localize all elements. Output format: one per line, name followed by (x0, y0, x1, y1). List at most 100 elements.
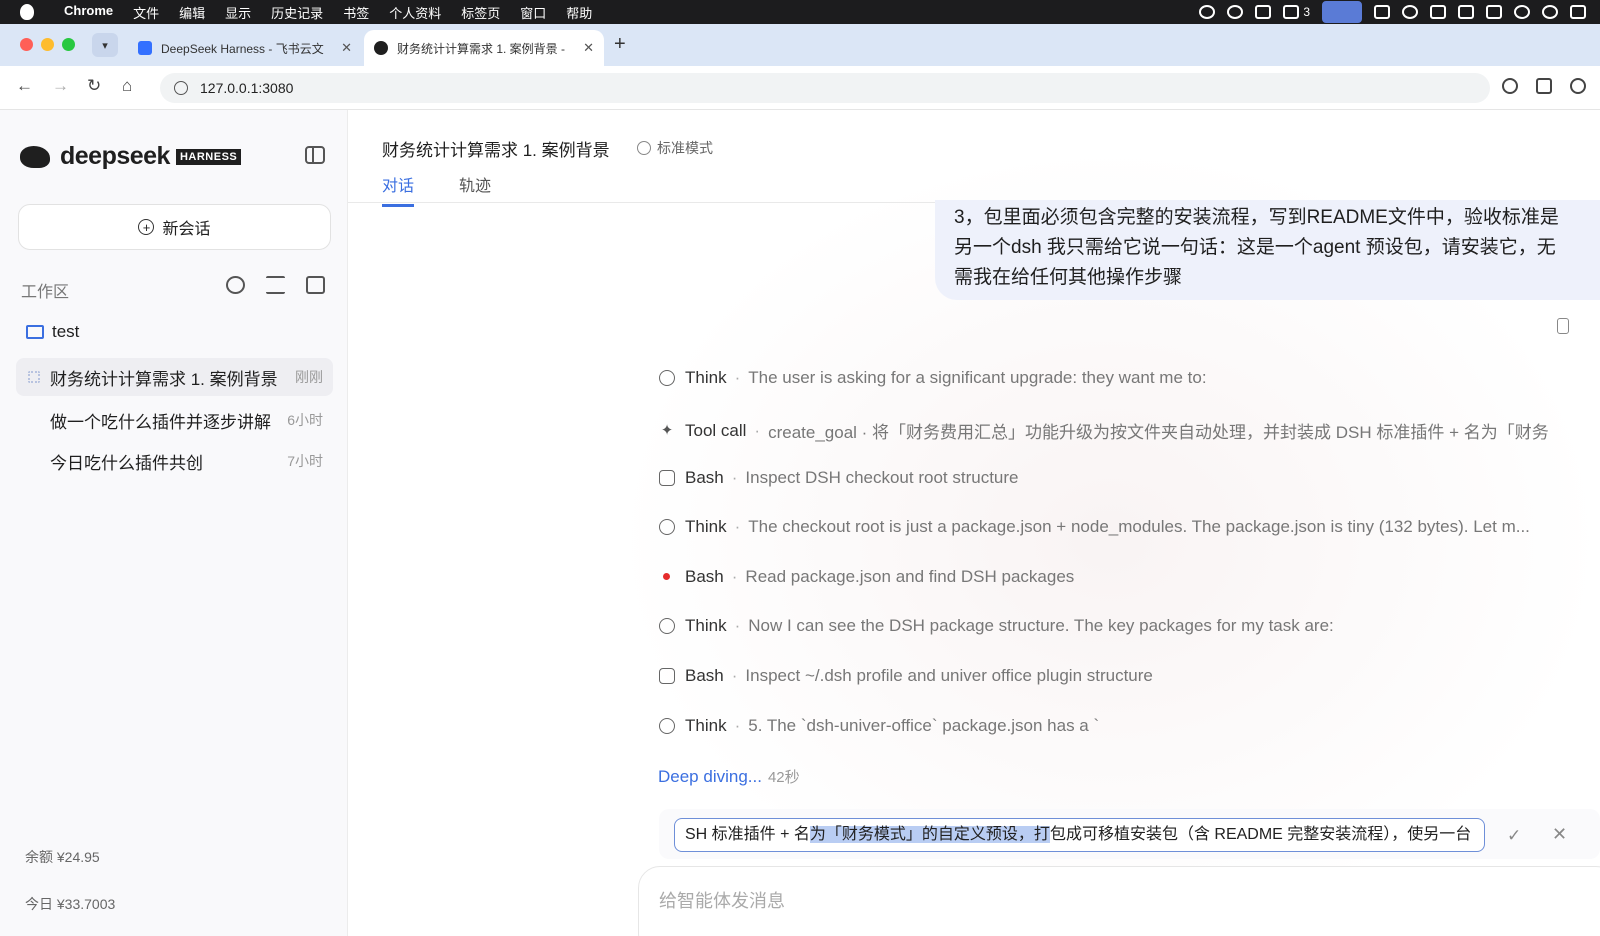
browser-tab-feishu[interactable]: DeepSeek Harness - 飞书云文 ✕ (128, 30, 362, 66)
install-app-icon[interactable] (1536, 78, 1552, 94)
search-icon[interactable] (226, 276, 245, 294)
step-detail: Read package.json and find DSH packages (745, 567, 1075, 586)
step-kind: Think (685, 517, 727, 536)
bookmark-star-icon[interactable] (1570, 78, 1586, 94)
apple-menu-icon[interactable] (20, 4, 40, 20)
loading-dots-icon (28, 371, 40, 383)
address-bar[interactable]: 127.0.0.1:3080 (160, 73, 1490, 103)
agent-step[interactable]: Think · 5. The `dsh-univer-office` packa… (659, 716, 1600, 736)
mode-label: 标准模式 (657, 140, 713, 156)
tab-search-chevron-icon[interactable]: ▾ (92, 33, 118, 57)
menu-file[interactable]: 文件 (123, 3, 169, 22)
conversation-item[interactable]: 今日吃什么插件共创 7小时 (16, 442, 333, 480)
edit-text-before: SH 标准插件 + 名 (685, 826, 810, 843)
conversation-time: 刚刚 (295, 369, 323, 385)
step-separator: · (731, 666, 738, 685)
bilibili-icon[interactable] (1430, 5, 1446, 19)
terminal-icon (659, 668, 675, 684)
sidebar: deepseek HARNESS + 新会话 工作区 test 财务统计计算需求… (0, 110, 348, 936)
menu-view[interactable]: 显示 (215, 3, 261, 22)
menu-help[interactable]: 帮助 (556, 3, 602, 22)
composer-placeholder[interactable]: 给智能体发消息 (659, 887, 785, 913)
close-tab-icon[interactable]: ✕ (341, 40, 352, 56)
browser-tab-strip: ▾ DeepSeek Harness - 飞书云文 ✕ 财务统计计算需求 1. … (0, 24, 1600, 66)
battery-icon[interactable] (1486, 5, 1502, 19)
goal-edit-input[interactable]: SH 标准插件 + 名为「财务模式」的自定义预设，打包成可移植安装包（含 REA… (674, 818, 1485, 852)
message-composer[interactable]: 给智能体发消息 (638, 866, 1600, 936)
emoji-status-icon[interactable] (1199, 5, 1216, 19)
conversation-time: 6小时 (287, 412, 323, 428)
menu-tabs[interactable]: 标签页 (451, 3, 510, 22)
sidebar-toggle-icon[interactable] (305, 146, 325, 164)
openai-icon[interactable] (1514, 5, 1530, 19)
folder-item-test[interactable]: test (26, 322, 79, 342)
menu-profiles[interactable]: 个人资料 (379, 3, 451, 22)
conversation-title: 今日吃什么插件共创 (50, 453, 203, 473)
minimize-window-button[interactable] (41, 38, 54, 51)
deep-diving-status[interactable]: Deep diving... 42秒 (658, 766, 800, 787)
step-separator: · (734, 368, 741, 387)
pet-icon[interactable] (1402, 5, 1418, 19)
cancel-close-icon[interactable]: ✕ (1552, 824, 1567, 845)
agent-step[interactable]: Think · Now I can see the DSH package st… (659, 616, 1600, 636)
new-folder-icon[interactable] (306, 276, 325, 294)
url-text[interactable]: 127.0.0.1:3080 (200, 80, 293, 96)
browser-tab-active[interactable]: 财务统计计算需求 1. 案例背景 - ✕ (364, 30, 604, 66)
app-status-icon[interactable] (1570, 5, 1586, 19)
step-detail: Inspect DSH checkout root structure (745, 468, 1019, 487)
step-kind: Bash (685, 666, 724, 685)
step-separator: · (754, 420, 761, 440)
brand-wordmark: deepseek (60, 142, 170, 170)
reload-icon[interactable]: ↻ (87, 76, 101, 96)
conversation-item[interactable]: 财务统计计算需求 1. 案例背景 刚刚 (16, 358, 333, 396)
filter-icon[interactable] (266, 276, 285, 294)
zoom-icon[interactable] (1502, 78, 1518, 94)
macos-menubar: Chrome 文件 编辑 显示 历史记录 书签 个人资料 标签页 窗口 帮助 3 (0, 0, 1600, 24)
menu-app-name[interactable]: Chrome (54, 3, 123, 22)
agent-step[interactable]: Bash · Inspect DSH checkout root structu… (659, 468, 1600, 488)
screen-share-icon[interactable] (1322, 1, 1362, 23)
step-kind: Tool call (685, 420, 747, 440)
grid-app-icon[interactable] (1255, 5, 1272, 19)
think-icon (659, 519, 675, 535)
conversation-time: 7小时 (287, 453, 323, 469)
step-separator: · (734, 616, 741, 635)
confirm-check-icon[interactable]: ✓ (1507, 826, 1521, 846)
agent-step[interactable]: Bash · Read package.json and find DSH pa… (659, 567, 1600, 587)
menu-bookmarks[interactable]: 书签 (333, 3, 379, 22)
step-separator: · (731, 468, 738, 487)
forward-arrow-icon[interactable]: → (52, 76, 69, 96)
menu-history[interactable]: 历史记录 (261, 3, 333, 22)
close-window-button[interactable] (20, 38, 33, 51)
new-chat-button[interactable]: + 新会话 (18, 204, 331, 250)
agent-step[interactable]: Bash · Inspect ~/.dsh profile and univer… (659, 666, 1600, 686)
copy-icon[interactable] (1557, 318, 1569, 334)
microphone-icon[interactable] (1227, 5, 1244, 19)
agent-step[interactable]: Think · The user is asking for a signifi… (659, 368, 1600, 388)
deep-diving-label: Deep diving... (658, 767, 762, 786)
close-tab-icon[interactable]: ✕ (583, 40, 594, 56)
wps-icon[interactable] (1374, 5, 1390, 19)
menu-window[interactable]: 窗口 (510, 3, 556, 22)
menu-edit[interactable]: 编辑 (169, 3, 215, 22)
agent-step[interactable]: Think · The checkout root is just a pack… (659, 517, 1600, 537)
step-separator: · (731, 567, 738, 586)
conversation-item[interactable]: 做一个吃什么插件并逐步讲解 6小时 (16, 401, 333, 439)
tab-title: DeepSeek Harness - 飞书云文 (161, 41, 324, 56)
chat-icon[interactable] (1542, 5, 1558, 19)
back-arrow-icon[interactable]: ← (16, 76, 33, 96)
maximize-window-button[interactable] (62, 38, 75, 51)
mode-indicator[interactable]: 标准模式 (637, 138, 713, 158)
brand-logo: deepseek HARNESS (20, 142, 242, 171)
control-center-icon[interactable] (1458, 5, 1474, 19)
shirt-icon[interactable] (1283, 5, 1300, 19)
step-separator: · (734, 716, 741, 735)
home-icon[interactable]: ⌂ (122, 76, 132, 96)
browser-toolbar: ← → ↻ ⌂ 127.0.0.1:3080 (0, 66, 1600, 110)
workspace-actions (226, 276, 325, 294)
step-detail: The user is asking for a significant upg… (748, 368, 1207, 387)
step-detail: Inspect ~/.dsh profile and univer office… (745, 666, 1153, 685)
agent-step[interactable]: ✦ Tool call · create_goal · 将「财务费用汇总」功能升… (659, 418, 1600, 443)
new-tab-button[interactable]: + (614, 33, 626, 56)
site-info-icon[interactable] (174, 81, 188, 95)
